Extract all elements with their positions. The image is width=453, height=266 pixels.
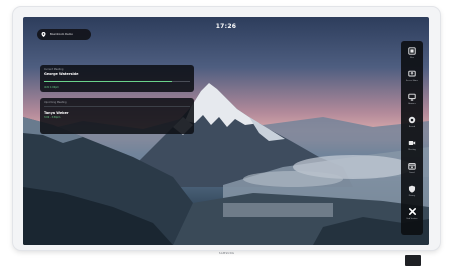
tool-end-session-label: End Session	[406, 218, 418, 220]
upcoming-meeting-kicker: Upcoming Meeting	[44, 101, 67, 104]
upcoming-meeting-card[interactable]: Upcoming Meeting Tanya Weber 3:00 - 3:30…	[40, 98, 194, 134]
meeting-icon	[408, 138, 417, 147]
tool-files[interactable]: Files	[402, 46, 422, 68]
tool-meeting-label: Meeting	[408, 149, 416, 151]
display-screen: 17:26 Boardroom Demo Current Meeting Geo…	[23, 17, 429, 245]
close-icon	[408, 207, 417, 216]
whiteboard-icon	[408, 46, 417, 55]
tool-cancel-label: Cancel	[408, 172, 416, 174]
tool-end-session[interactable]: End Session	[402, 207, 422, 229]
record-icon	[408, 115, 417, 124]
tool-screen-share[interactable]: Screen Share	[402, 69, 422, 91]
current-meeting-kicker: Current Meeting	[44, 68, 64, 71]
upcoming-meeting-time: 3:00 - 3:30pm	[44, 116, 61, 119]
meeting-progress-fill	[44, 81, 173, 82]
current-meeting-status: Until 1:00pm	[44, 86, 59, 89]
display-icon	[408, 92, 417, 101]
current-meeting-title: George Waterside	[44, 72, 79, 76]
location-pin-icon	[41, 32, 46, 37]
brand-logo: SAMSUNG	[218, 252, 235, 255]
side-toolbar: Files Screen Share Browser Record Meetin…	[401, 41, 423, 235]
room-name-label: Boardroom Demo	[50, 33, 73, 36]
tool-screen-share-label: Screen Share	[406, 80, 418, 82]
share-screen-icon	[408, 69, 417, 78]
tool-files-label: Files	[410, 57, 414, 59]
tool-record-label: Record	[408, 126, 416, 128]
tool-privacy-label: Privacy	[408, 195, 416, 197]
tool-browser-label: Browser	[408, 103, 416, 105]
current-meeting-card[interactable]: Current Meeting George Waterside Until 1…	[40, 65, 194, 92]
tool-record[interactable]: Record	[402, 115, 422, 137]
room-name-pill[interactable]: Boardroom Demo	[37, 29, 91, 40]
display-stand	[405, 255, 421, 266]
tool-meeting[interactable]: Meeting	[402, 138, 422, 160]
tool-privacy[interactable]: Privacy	[402, 184, 422, 206]
tool-browser[interactable]: Browser	[402, 92, 422, 114]
meeting-progress-bar	[44, 81, 190, 82]
card-divider	[44, 106, 190, 107]
calendar-icon	[408, 161, 417, 170]
upcoming-meeting-title: Tanya Weber	[44, 111, 69, 115]
tool-cancel[interactable]: Cancel	[402, 161, 422, 183]
shield-icon	[408, 184, 417, 193]
